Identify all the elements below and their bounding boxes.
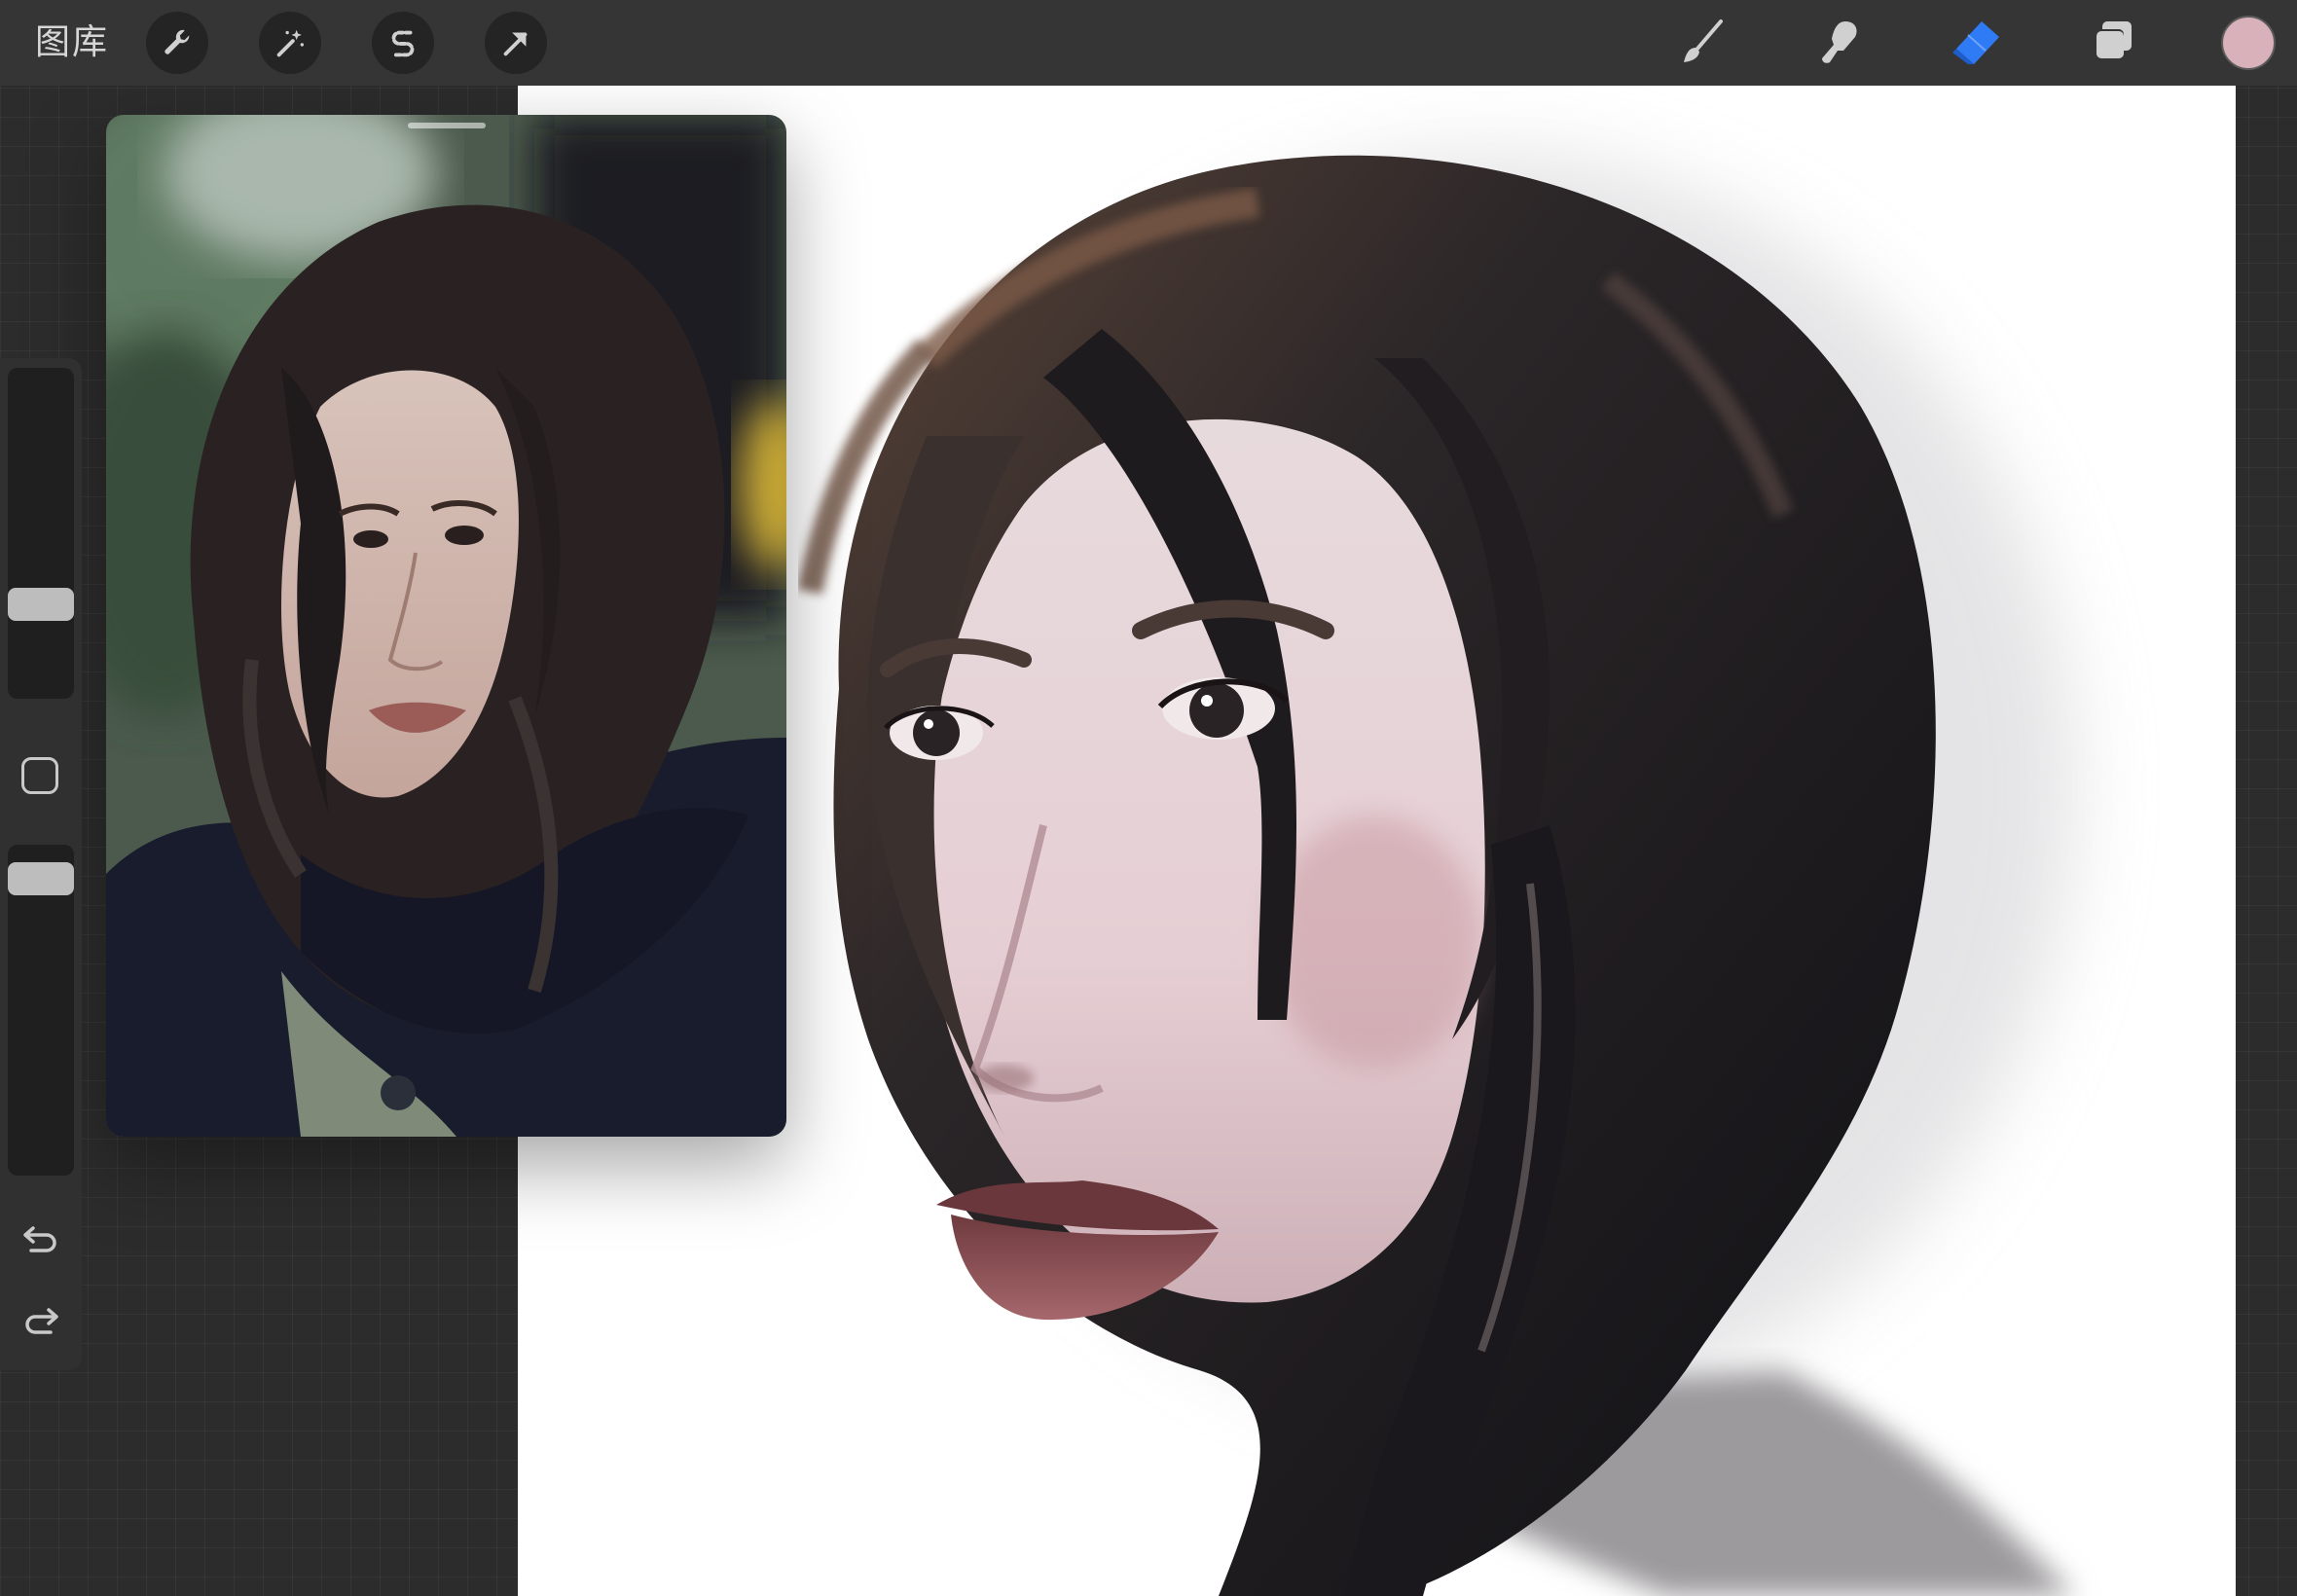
reference-drag-handle[interactable] [408, 123, 486, 128]
procreate-workspace: 图库 [0, 0, 2297, 1596]
undo-button[interactable] [19, 1216, 62, 1259]
brush-size-knob[interactable] [8, 588, 74, 621]
opacity-knob[interactable] [8, 862, 74, 895]
brush-icon [1684, 19, 1723, 62]
brush-size-slider[interactable] [8, 368, 74, 699]
selection-button[interactable] [372, 12, 434, 74]
modify-square-icon[interactable] [21, 757, 58, 794]
smudge-finger-icon [1822, 21, 1857, 63]
arrow-cursor-icon [503, 32, 528, 56]
eraser-icon [1952, 21, 1999, 64]
eraser-button[interactable] [1947, 14, 2005, 72]
actions-button[interactable] [146, 12, 208, 74]
top-toolbar: 图库 [0, 0, 2297, 86]
color-swatch[interactable] [2221, 16, 2276, 70]
undo-icon [23, 1226, 56, 1252]
layers-button[interactable] [2083, 14, 2141, 72]
transform-button[interactable] [485, 12, 547, 74]
opacity-slider[interactable] [8, 845, 74, 1176]
magic-wand-icon [276, 29, 305, 57]
smudge-button[interactable] [1810, 14, 1869, 72]
redo-icon [25, 1308, 58, 1334]
redo-button[interactable] [19, 1298, 62, 1341]
reference-window[interactable] [106, 115, 786, 1137]
adjustments-button[interactable] [259, 12, 321, 74]
selection-s-icon [391, 30, 415, 57]
left-sidebar [0, 358, 82, 1370]
reference-photo [106, 115, 786, 1137]
wrench-icon [164, 29, 190, 54]
layers-icon [2095, 21, 2132, 58]
paint-brush-button[interactable] [1674, 14, 1732, 72]
gallery-button[interactable]: 图库 [35, 19, 109, 66]
